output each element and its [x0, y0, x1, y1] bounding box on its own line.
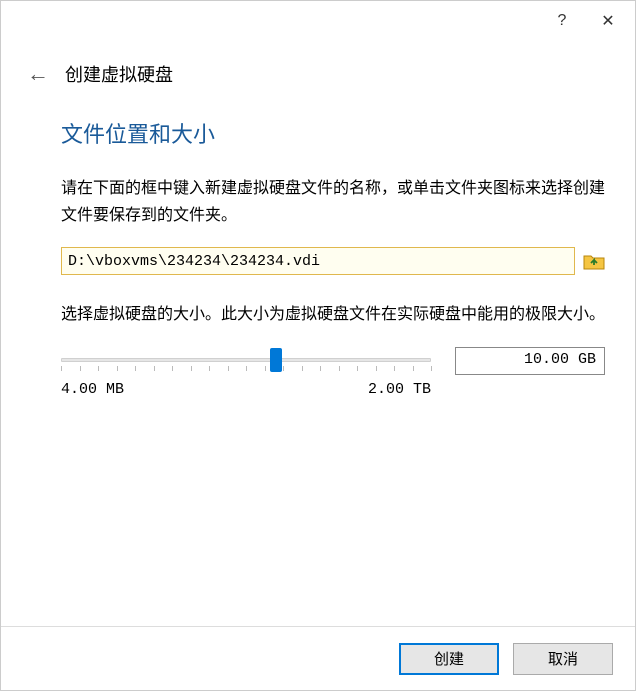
- path-row: [61, 247, 605, 275]
- wizard-header: ← 创建虚拟硬盘: [1, 41, 635, 97]
- slider-ticks: [61, 366, 431, 372]
- size-slider[interactable]: [61, 348, 431, 374]
- dialog-window: ? ✕ ← 创建虚拟硬盘 文件位置和大小 请在下面的框中键入新建虚拟硬盘文件的名…: [0, 0, 636, 691]
- slider-min-label: 4.00 MB: [61, 381, 124, 398]
- location-description: 请在下面的框中键入新建虚拟硬盘文件的名称，或单击文件夹图标来选择创建文件要保存到…: [61, 175, 605, 229]
- back-arrow-icon[interactable]: ←: [27, 61, 49, 87]
- help-button[interactable]: ?: [539, 5, 585, 37]
- titlebar: ? ✕: [1, 1, 635, 41]
- file-path-input[interactable]: [61, 247, 575, 275]
- cancel-button[interactable]: 取消: [513, 643, 613, 675]
- dialog-footer: 创建 取消: [1, 626, 635, 690]
- slider-thumb[interactable]: [270, 348, 282, 372]
- close-button[interactable]: ✕: [585, 5, 631, 37]
- create-button[interactable]: 创建: [399, 643, 499, 675]
- wizard-title: 创建虚拟硬盘: [65, 61, 173, 87]
- content-area: 文件位置和大小 请在下面的框中键入新建虚拟硬盘文件的名称，或单击文件夹图标来选择…: [1, 97, 635, 398]
- slider-max-label: 2.00 TB: [368, 381, 431, 398]
- size-slider-row: 10.00 GB: [61, 347, 605, 375]
- slider-range-labels: 4.00 MB 2.00 TB: [61, 381, 605, 398]
- slider-track: [61, 358, 431, 362]
- size-value-box[interactable]: 10.00 GB: [455, 347, 605, 375]
- size-description: 选择虚拟硬盘的大小。此大小为虚拟硬盘文件在实际硬盘中能用的极限大小。: [61, 301, 605, 328]
- section-title: 文件位置和大小: [61, 117, 605, 149]
- browse-folder-icon[interactable]: [583, 251, 605, 271]
